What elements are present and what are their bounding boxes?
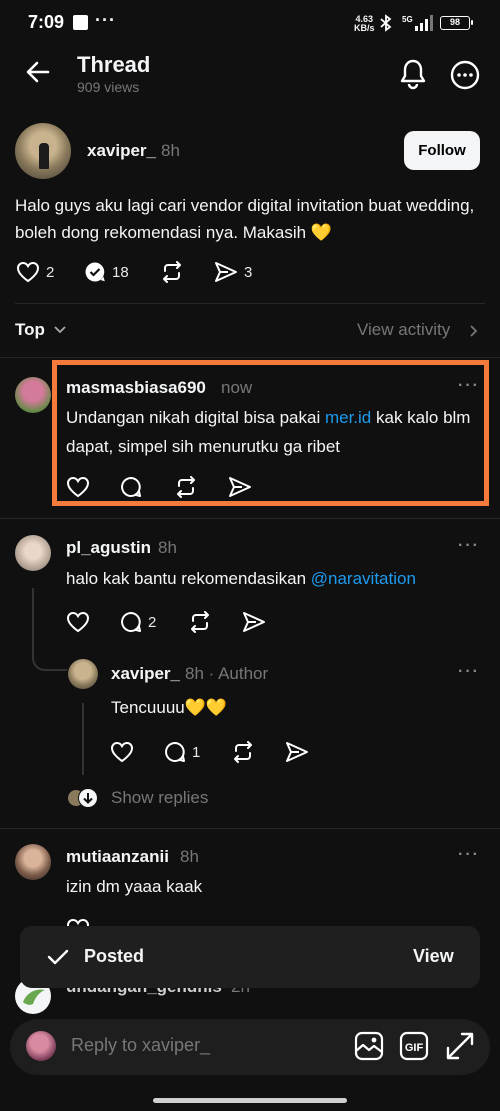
- toast-label: Posted: [84, 946, 145, 966]
- comment-mention[interactable]: @naravitation: [311, 569, 416, 588]
- heart-icon: [16, 261, 40, 283]
- like-count: 2: [46, 263, 55, 281]
- avatar: [26, 1031, 56, 1061]
- heart-icon[interactable]: [110, 741, 134, 763]
- image-icon[interactable]: [353, 1030, 385, 1062]
- bell-icon[interactable]: [398, 58, 428, 90]
- share-count: 3: [244, 263, 253, 281]
- reply-count: 18: [112, 263, 129, 281]
- comment-bubble-icon: [121, 612, 141, 632]
- repost-icon: [163, 261, 181, 283]
- divider: [0, 357, 500, 358]
- bluetooth-icon: [378, 14, 394, 32]
- share-button[interactable]: 3: [214, 261, 252, 283]
- divider: [0, 828, 500, 829]
- toast-view-button[interactable]: View: [413, 946, 454, 967]
- comment-username[interactable]: xaviper_: [111, 664, 180, 684]
- status-bar: 7:09 ··· 4.63 KB/s 5G 98: [0, 0, 500, 46]
- comment-text: halo kak bantu rekomendasikan @naravitat…: [66, 564, 486, 593]
- reply-input[interactable]: Reply to xaviper_: [71, 1035, 210, 1056]
- reply-button[interactable]: 2: [120, 611, 156, 633]
- reply-button[interactable]: 1: [164, 741, 200, 763]
- thread-line: [82, 703, 84, 775]
- comment-username[interactable]: mutiaanzanii: [66, 847, 169, 867]
- comment-more-button[interactable]: ···: [458, 663, 480, 681]
- status-time: 7:09: [28, 12, 65, 32]
- thread-curve: [32, 650, 67, 671]
- repost-button[interactable]: [160, 261, 184, 283]
- repost-icon[interactable]: [231, 741, 255, 763]
- avatar[interactable]: [15, 844, 51, 880]
- expand-icon[interactable]: [444, 1030, 476, 1062]
- avatar[interactable]: [68, 659, 98, 689]
- reply-count: 2: [148, 613, 157, 631]
- post-text: Halo guys aku lagi cari vendor digital i…: [15, 196, 475, 242]
- comment-text: Tencuuuu💛💛: [111, 698, 228, 717]
- reply-count: 1: [192, 743, 201, 761]
- comment-more-button[interactable]: ···: [458, 537, 480, 555]
- home-indicator[interactable]: [153, 1098, 347, 1103]
- posted-toast: Posted View: [20, 926, 480, 988]
- comment-text-part: halo kak bantu rekomendasikan: [66, 569, 311, 588]
- signal-icon: 5G: [402, 14, 436, 32]
- comment-bubble-icon: [165, 742, 185, 762]
- repost-icon[interactable]: [188, 611, 212, 633]
- send-icon[interactable]: [242, 611, 266, 633]
- notification-icon: [73, 15, 88, 30]
- gif-icon[interactable]: GIF: [398, 1030, 430, 1062]
- sort-label[interactable]: Top: [15, 320, 45, 340]
- follow-button[interactable]: Follow: [404, 131, 480, 170]
- page-title: Thread: [77, 52, 151, 77]
- post-time: 8h: [161, 141, 180, 160]
- avatar[interactable]: [15, 123, 71, 179]
- show-replies-link[interactable]: Show replies: [111, 788, 208, 808]
- reply-composer[interactable]: Reply to xaviper_ GIF: [10, 1019, 490, 1075]
- network-type: 5G: [402, 15, 413, 24]
- avatar[interactable]: [15, 535, 51, 571]
- chevron-down-icon[interactable]: [53, 325, 67, 335]
- comment-time: 8h · Author: [185, 664, 269, 683]
- view-count: 909 views: [77, 79, 140, 95]
- network-speed: 4.63 KB/s: [354, 15, 375, 33]
- check-icon: [47, 948, 69, 966]
- like-button[interactable]: 2: [16, 261, 54, 283]
- reply-check-icon: [85, 262, 105, 282]
- reply-button[interactable]: 18: [84, 261, 129, 283]
- post-username[interactable]: xaviper_: [87, 141, 156, 161]
- thread-line: [32, 588, 34, 658]
- gif-label: GIF: [405, 1042, 424, 1054]
- comment-time: 8h: [180, 847, 199, 866]
- back-arrow-icon[interactable]: [24, 58, 52, 86]
- chevron-right-icon[interactable]: [469, 324, 479, 338]
- send-icon: [215, 262, 237, 282]
- view-activity-link[interactable]: View activity: [357, 320, 450, 340]
- divider: [0, 518, 500, 519]
- more-options-icon[interactable]: [450, 60, 480, 90]
- show-replies-icon[interactable]: [66, 787, 100, 809]
- heart-icon[interactable]: [66, 611, 90, 633]
- status-more-dots: ···: [95, 10, 116, 30]
- divider: [15, 303, 485, 304]
- comment-more-button[interactable]: ···: [458, 846, 480, 864]
- comment-username[interactable]: pl_agustin: [66, 538, 151, 558]
- battery-icon: 98: [440, 16, 473, 30]
- avatar[interactable]: [15, 377, 51, 413]
- highlight-box: [52, 360, 489, 506]
- comment-text: izin dm yaaa kaak: [66, 877, 203, 896]
- network-speed-unit: KB/s: [354, 23, 375, 33]
- send-icon[interactable]: [285, 741, 309, 763]
- comment-time: 8h: [158, 538, 177, 557]
